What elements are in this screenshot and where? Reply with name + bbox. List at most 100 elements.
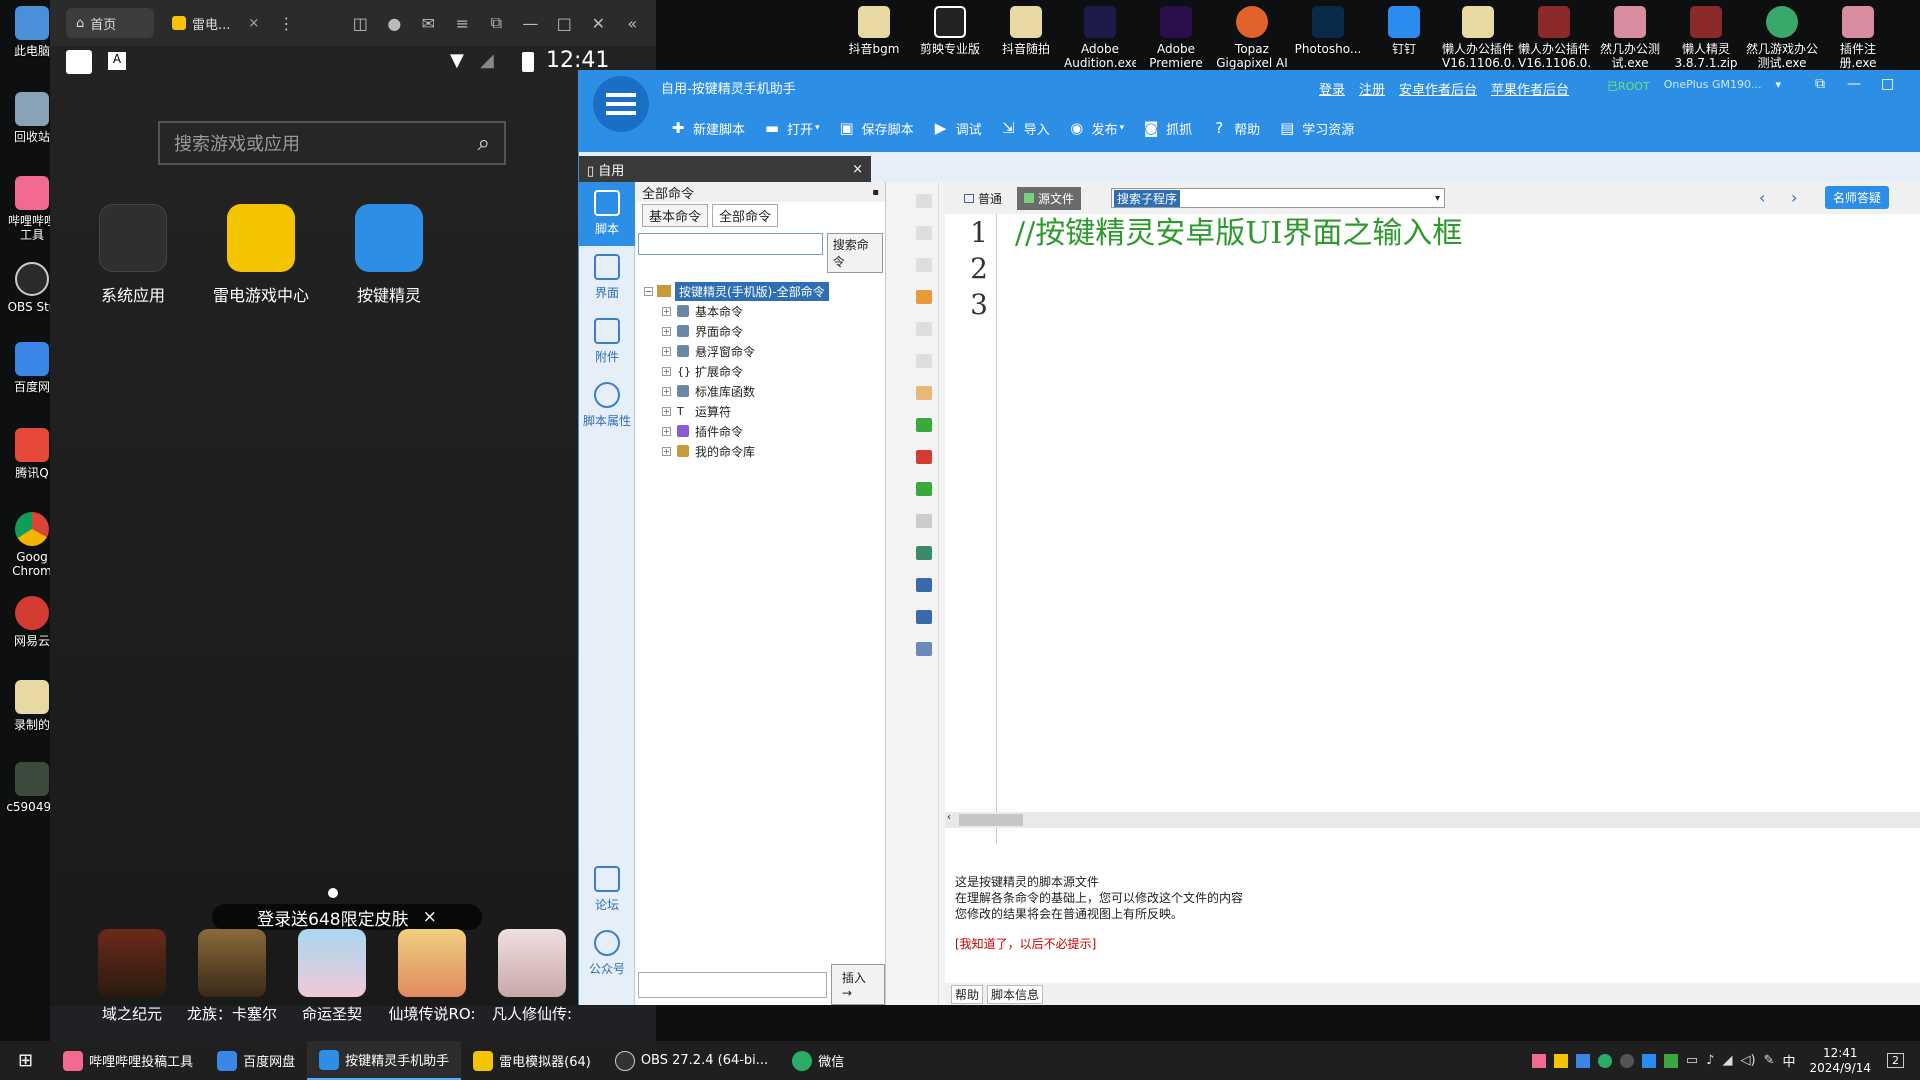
dock-app-3[interactable]: 命运圣契: [282, 929, 382, 1024]
expand-icon[interactable]: +: [662, 326, 671, 336]
sidebar-item-forum[interactable]: 论坛: [579, 858, 635, 922]
tree-item-floating[interactable]: + 悬浮窗命令: [644, 341, 877, 361]
maximize-icon[interactable]: □: [1881, 76, 1894, 92]
tray-app-icon[interactable]: [1531, 1053, 1546, 1068]
desktop-icon-douyin-suipai[interactable]: 抖音随拍: [990, 6, 1062, 70]
taskbar-item-bilibili[interactable]: 哔哩哔哩投稿工具: [51, 1041, 205, 1080]
desktop-icon-lazy-elf[interactable]: 懒人精灵 3.8.7.1.zip: [1670, 6, 1742, 70]
device-selector[interactable]: 已ROOT OnePlus GM190... ▾: [1607, 78, 1781, 94]
scrollbar-thumb[interactable]: [959, 814, 1023, 826]
insert-button[interactable]: 插入→: [830, 964, 885, 1005]
register-link[interactable]: 注册: [1359, 79, 1385, 98]
tree-item-stdlib[interactable]: + 标准库函数: [644, 381, 877, 401]
subroutine-select[interactable]: 搜索子程序 ▾: [1111, 188, 1445, 208]
search-command-button[interactable]: 搜索命令: [826, 233, 883, 273]
tray-app-icon[interactable]: [1575, 1053, 1590, 1068]
minimize-icon[interactable]: —: [513, 14, 547, 33]
expand-icon[interactable]: +: [662, 446, 671, 456]
menu-logo-icon[interactable]: [593, 76, 649, 132]
more-icon[interactable]: ⋮: [269, 14, 303, 33]
tree-item-extension[interactable]: +{} 扩展命令: [644, 361, 877, 381]
dock-app-1[interactable]: 域之纪元: [82, 929, 182, 1024]
expand-icon[interactable]: +: [662, 406, 671, 416]
help-button[interactable]: ? 帮助: [1210, 119, 1260, 138]
ime-indicator[interactable]: 中: [1782, 1051, 1795, 1070]
search-icon[interactable]: ⌕: [478, 131, 490, 156]
start-button[interactable]: ⊞: [0, 1041, 51, 1080]
tree-item-operators[interactable]: + T 运算符: [644, 401, 877, 421]
notification-icon[interactable]: 2: [1887, 1053, 1904, 1068]
android-author-link[interactable]: 安卓作者后台: [1399, 79, 1477, 98]
sidebar-item-properties[interactable]: 脚本属性: [579, 374, 635, 438]
battery-icon[interactable]: ▭: [1686, 1053, 1698, 1068]
tab-home[interactable]: ⌂ 首页: [66, 8, 154, 38]
dock-app-2[interactable]: 龙族：卡塞尔: [182, 929, 282, 1024]
desktop-icon-douyin-bgm[interactable]: 抖音bgm: [838, 6, 910, 70]
comment-icon[interactable]: [915, 418, 932, 432]
volume-icon[interactable]: ◁): [1740, 1053, 1755, 1068]
tab-ldplayer[interactable]: 雷电... ×: [162, 8, 269, 38]
tree-item-my-library[interactable]: + 我的命令库: [644, 441, 877, 461]
user-icon[interactable]: ●: [377, 14, 411, 33]
tray-app-icon[interactable]: [1553, 1053, 1568, 1068]
close-icon[interactable]: ×: [852, 162, 863, 177]
ios-author-link[interactable]: 苹果作者后台: [1491, 79, 1569, 98]
command-search-input[interactable]: [638, 233, 823, 255]
scroll-left-icon[interactable]: ‹: [947, 812, 951, 823]
desktop-icon-jianying[interactable]: 剪映专业版: [914, 6, 986, 70]
goto-icon[interactable]: [915, 546, 932, 560]
pin-icon[interactable]: ▪: [872, 187, 879, 198]
minimize-icon[interactable]: —: [1847, 76, 1861, 92]
capture-button[interactable]: ◙ 抓抓: [1142, 119, 1192, 138]
expand-icon[interactable]: +: [662, 366, 671, 376]
sidebar-item-script[interactable]: 脚本: [579, 182, 635, 246]
window-icon[interactable]: [915, 642, 932, 656]
network-icon[interactable]: ◢: [1722, 1053, 1732, 1068]
desktop-icon-lazy-office-2[interactable]: 懒人办公插件 V16.1106.0...: [1518, 6, 1590, 70]
app-ld-game-center[interactable]: 雷电游戏中心: [206, 204, 316, 306]
paste-icon[interactable]: [915, 386, 932, 400]
close-icon[interactable]: ×: [248, 16, 259, 31]
tray-app-icon[interactable]: [1641, 1053, 1656, 1068]
open-button[interactable]: ▬ 打开 ▾: [763, 119, 820, 138]
source-view-button[interactable]: 源文件: [1017, 186, 1082, 210]
tray-app-icon[interactable]: [1663, 1053, 1678, 1068]
dock-app-5[interactable]: 凡人修仙传:: [482, 929, 582, 1024]
desktop-icon-premiere[interactable]: Adobe Premiere P...: [1140, 6, 1212, 70]
taskbar-item-obs[interactable]: OBS 27.2.4 (64-bi...: [603, 1041, 780, 1080]
promo-close-button[interactable]: ×: [423, 907, 437, 927]
login-link[interactable]: 登录: [1319, 79, 1345, 98]
stamp-icon[interactable]: [915, 322, 932, 336]
chevron-left-icon[interactable]: ‹: [1759, 188, 1765, 207]
collapse-icon[interactable]: «: [615, 14, 649, 33]
collapse-icon[interactable]: −: [644, 286, 653, 296]
tree-item-basic[interactable]: + 基本命令: [644, 301, 877, 321]
hand-icon[interactable]: [915, 290, 932, 304]
pen-icon[interactable]: ✎: [1764, 1053, 1775, 1068]
tree-item-plugins[interactable]: + 插件命令: [644, 421, 877, 441]
redo-icon[interactable]: [915, 514, 932, 528]
move-down-icon[interactable]: [915, 194, 932, 208]
code-editor[interactable]: 1 2 3 //按键精灵安卓版UI界面之输入框: [945, 214, 1920, 844]
expand-icon[interactable]: +: [662, 346, 671, 356]
expand-icon[interactable]: +: [662, 386, 671, 396]
new-script-button[interactable]: ✚ 新建脚本: [669, 119, 745, 138]
dismiss-link[interactable]: [我知道了，以后不必提示]: [955, 936, 1911, 952]
insert-input[interactable]: [638, 971, 827, 998]
mail-icon[interactable]: ✉: [411, 14, 445, 33]
cut-icon[interactable]: [915, 258, 932, 272]
taskbar-item-anjian[interactable]: 按键精灵手机助手: [307, 1041, 462, 1080]
gamepad-icon[interactable]: ◫: [343, 14, 377, 33]
import-button[interactable]: ⇲ 导入: [1000, 119, 1049, 138]
chevron-right-icon[interactable]: ›: [1791, 188, 1797, 207]
menu-icon[interactable]: ≡: [445, 14, 479, 33]
undo-icon[interactable]: [915, 482, 932, 496]
fullscreen-icon[interactable]: ⧉: [479, 13, 513, 33]
desktop-icon-topaz[interactable]: Topaz Gigapixel AI: [1216, 6, 1288, 70]
replace-icon[interactable]: [915, 610, 932, 624]
tab-script-info[interactable]: 脚本信息: [987, 984, 1044, 1004]
uncomment-icon[interactable]: [915, 450, 932, 464]
horizontal-scrollbar[interactable]: ‹: [945, 812, 1920, 828]
sidebar-item-ui[interactable]: 界面: [579, 246, 635, 310]
app-anjian[interactable]: 按键精灵: [334, 204, 444, 306]
